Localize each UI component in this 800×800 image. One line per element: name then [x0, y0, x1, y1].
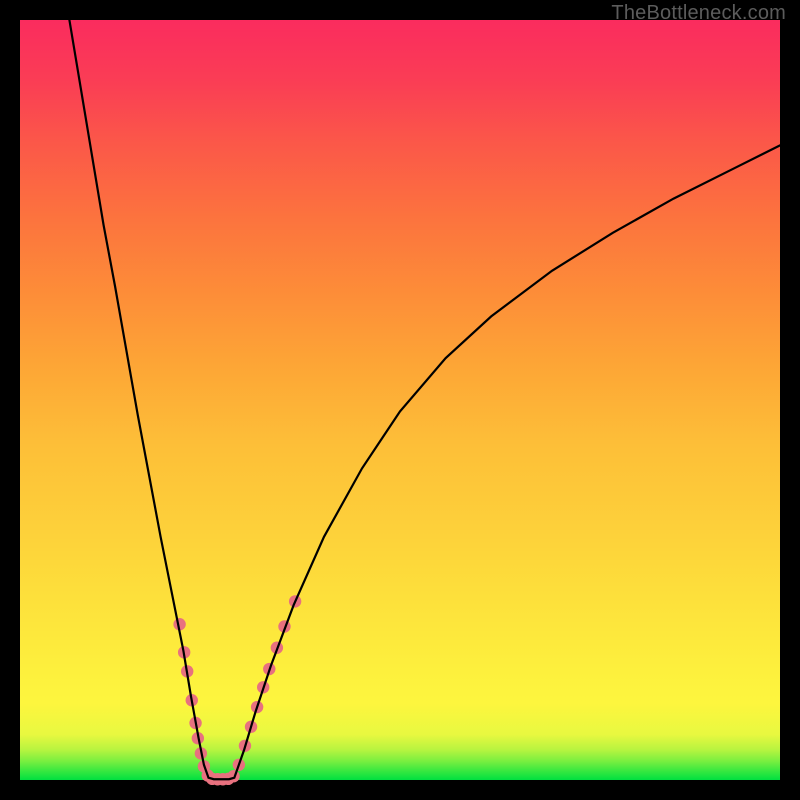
- plot-area: [20, 20, 780, 780]
- curve-svg: [20, 20, 780, 780]
- chart-frame: TheBottleneck.com: [0, 0, 800, 800]
- marker-layer: [173, 595, 301, 785]
- data-marker: [227, 770, 239, 782]
- bottleneck-curve: [69, 20, 780, 779]
